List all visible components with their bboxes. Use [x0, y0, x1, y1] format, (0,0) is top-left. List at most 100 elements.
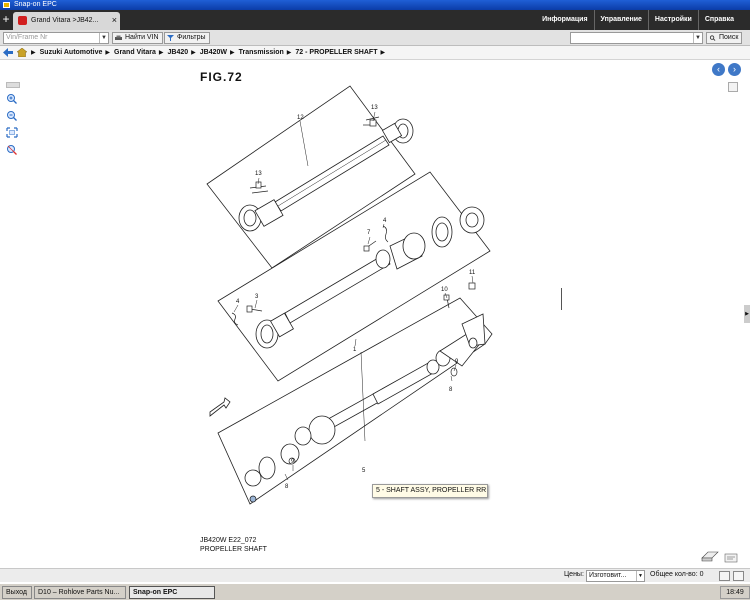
- callout-10[interactable]: 10: [441, 287, 448, 293]
- find-vin-label: Найти VIN: [125, 34, 159, 41]
- info-icon[interactable]: [724, 553, 738, 563]
- breadcrumb: ▶ Suzuki Automotive ▶ Grand Vitara ▶ JB4…: [0, 46, 750, 60]
- prices-select[interactable]: Изготовит... ▼: [586, 570, 645, 582]
- next-figure-icon[interactable]: ›: [728, 63, 741, 76]
- direction-arrow-icon: [209, 397, 231, 417]
- callout-8-lower[interactable]: 8: [285, 484, 289, 490]
- callout-7[interactable]: 7: [367, 230, 371, 236]
- callout-13-lower[interactable]: 13: [255, 171, 262, 177]
- cart-button[interactable]: [719, 571, 730, 581]
- taskbar-clock: 18:49: [720, 586, 750, 599]
- breadcrumb-propeller-shaft[interactable]: 72 - PROPELLER SHAFT: [295, 49, 377, 56]
- breadcrumb-separator: ▶: [230, 50, 235, 56]
- total-label: Общее кол-во:: [650, 571, 698, 578]
- window-titlebar: Snap-on EPC: [0, 0, 750, 10]
- breadcrumb-grand-vitara[interactable]: Grand Vitara: [114, 49, 156, 56]
- part-tooltip: 5 - SHAFT ASSY, PROPELLER RR: [372, 484, 488, 498]
- breadcrumb-separator: ▶: [286, 50, 292, 56]
- breadcrumb-separator: ▶: [105, 50, 110, 56]
- prices-label: Цены:: [564, 571, 584, 578]
- callout-12[interactable]: 12: [297, 115, 304, 121]
- upper-shaft-panel: [206, 85, 416, 269]
- bolt-11[interactable]: [468, 282, 476, 290]
- breadcrumb-jb420w[interactable]: JB420W: [200, 49, 227, 56]
- close-tab-icon[interactable]: ×: [112, 12, 117, 29]
- propeller-shaft-front[interactable]: [238, 118, 414, 232]
- figure-name: PROPELLER SHAFT: [200, 546, 267, 553]
- bolt-13-lower[interactable]: [249, 181, 269, 194]
- toolbar: Vin/Frame Nr ▼ Найти VIN Фильтры ▼ Поиск: [0, 30, 750, 46]
- callout-1[interactable]: 1: [353, 347, 357, 353]
- search-label: Поиск: [719, 34, 739, 41]
- print-icon[interactable]: [700, 550, 720, 562]
- find-vin-button[interactable]: Найти VIN: [112, 32, 163, 44]
- panel-toggle-button[interactable]: [728, 82, 738, 92]
- chevron-down-icon[interactable]: ▼: [636, 571, 644, 581]
- tab-label: Grand Vitara >JB42...: [31, 17, 99, 24]
- previous-figure-icon[interactable]: ‹: [712, 63, 725, 76]
- total-quantity: Общее кол-во: 0: [650, 571, 704, 578]
- menu-settings[interactable]: Настройки: [647, 10, 698, 30]
- breadcrumb-separator: ▶: [380, 50, 386, 56]
- top-menu: Информация Управление Настройки Справка: [536, 10, 740, 30]
- total-value: 0: [699, 571, 704, 578]
- vin-placeholder: Vin/Frame Nr: [6, 34, 48, 41]
- menu-info[interactable]: Информация: [536, 10, 593, 30]
- breadcrumb-jb420[interactable]: JB420: [168, 49, 189, 56]
- bolt-7[interactable]: [363, 240, 377, 252]
- zoom-in-icon[interactable]: [6, 93, 18, 104]
- figure-code: JB420W E22_072: [200, 537, 257, 544]
- search-input[interactable]: ▼: [570, 32, 703, 44]
- filters-label: Фильтры: [177, 34, 206, 41]
- breadcrumb-separator: ▶: [31, 50, 36, 56]
- propeller-shaft-center[interactable]: [255, 206, 485, 349]
- callout-4-lower[interactable]: 4: [236, 299, 240, 305]
- taskbar-exit[interactable]: Выход: [2, 586, 32, 599]
- filter-icon: [167, 35, 174, 41]
- filters-button[interactable]: Фильтры: [164, 32, 210, 44]
- breadcrumb-separator: ▶: [191, 50, 196, 56]
- taskbar-rohlove[interactable]: D10 – Rohlove Parts Nu...: [34, 586, 126, 599]
- callout-3[interactable]: 3: [255, 294, 259, 300]
- new-tab-plus-icon[interactable]: +: [0, 10, 12, 30]
- tab-bar: + Grand Vitara >JB42... × Информация Упр…: [0, 10, 750, 30]
- taskbar: Выход D10 – Rohlove Parts Nu... Snap-on …: [0, 583, 750, 600]
- clip-4-lower[interactable]: [231, 312, 239, 326]
- chevron-down-icon[interactable]: ▼: [99, 33, 108, 43]
- splitter-handle[interactable]: [561, 288, 562, 310]
- taskbar-snapon-epc[interactable]: Snap-on EPC: [129, 586, 215, 599]
- nut-9-upper[interactable]: [450, 367, 458, 377]
- breadcrumb-separator: ▶: [158, 50, 164, 56]
- car-icon: [115, 35, 122, 40]
- menu-management[interactable]: Управление: [593, 10, 648, 30]
- chevron-down-icon[interactable]: ▼: [693, 33, 702, 43]
- callout-5[interactable]: 5: [362, 468, 366, 474]
- clip-4-upper[interactable]: [382, 225, 389, 243]
- prices-value: Изготовит...: [589, 572, 627, 579]
- breadcrumb-suzuki[interactable]: Suzuki Automotive: [40, 49, 103, 56]
- fit-to-screen-icon[interactable]: [6, 127, 18, 138]
- menu-help[interactable]: Справка: [697, 10, 740, 30]
- tab-grand-vitara[interactable]: Grand Vitara >JB42... ×: [13, 12, 120, 30]
- home-icon[interactable]: [17, 48, 27, 57]
- back-arrow-icon[interactable]: [3, 48, 13, 57]
- breadcrumb-transmission[interactable]: Transmission: [239, 49, 284, 56]
- window-title: Snap-on EPC: [14, 1, 57, 8]
- search-button[interactable]: Поиск: [706, 32, 743, 44]
- expand-panel-icon[interactable]: ▶: [744, 305, 750, 323]
- callout-8-upper[interactable]: 8: [449, 387, 453, 393]
- callout-11[interactable]: 11: [469, 270, 476, 276]
- search-icon: [709, 35, 716, 41]
- zoom-toolbar: [6, 82, 22, 161]
- callout-4-upper[interactable]: 4: [383, 218, 387, 224]
- export-button[interactable]: [733, 571, 744, 581]
- suzuki-logo-icon: [18, 16, 27, 25]
- vin-input[interactable]: Vin/Frame Nr ▼: [3, 32, 109, 44]
- callout-13-upper[interactable]: 13: [371, 105, 378, 111]
- zoom-reset-icon[interactable]: [6, 144, 18, 155]
- app-icon: [3, 2, 10, 8]
- bolt-3[interactable]: [246, 305, 263, 313]
- tool-header-bar[interactable]: [6, 82, 20, 88]
- zoom-out-icon[interactable]: [6, 110, 18, 121]
- parts-diagram: 12 13 13 7 4 11 10 4 3 1 9 8 5 9 8: [206, 85, 493, 505]
